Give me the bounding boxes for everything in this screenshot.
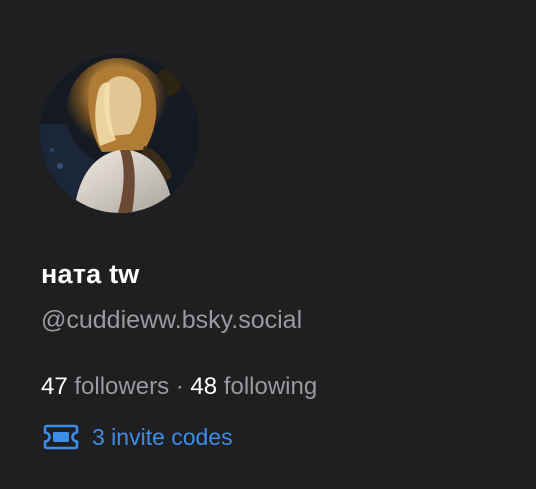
followers-link[interactable]: 47 followers: [41, 373, 169, 400]
stats-separator: ·: [175, 373, 184, 400]
ticket-icon: [42, 423, 80, 451]
display-name: ната tw: [41, 259, 140, 289]
following-label: following: [223, 373, 318, 400]
invite-codes-button[interactable]: 3 invite codes: [42, 423, 233, 451]
followers-count: 47: [41, 373, 68, 400]
following-link[interactable]: 48 following: [190, 373, 317, 400]
handle: @cuddieww.bsky.social: [41, 306, 303, 334]
followers-label: followers: [74, 373, 170, 400]
invite-codes-label: 3 invite codes: [92, 423, 233, 450]
following-count: 48: [190, 373, 218, 400]
follow-stats: 47 followers · 48 following: [41, 373, 317, 401]
avatar[interactable]: [40, 54, 199, 213]
